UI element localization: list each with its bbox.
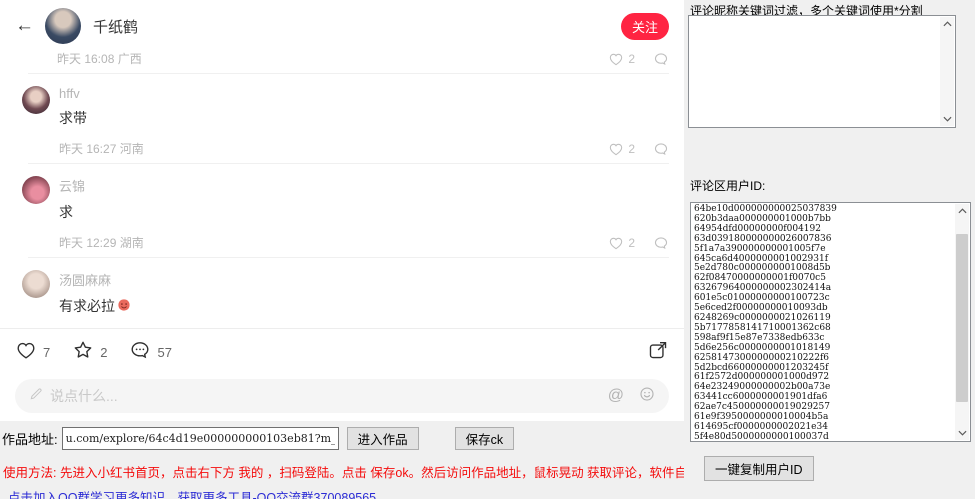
at-mention-icon[interactable]: @ [608,388,624,404]
star-icon[interactable] [72,339,94,366]
commenter-avatar[interactable] [22,86,50,114]
like-action[interactable]: 7 [15,339,50,366]
comment-text: 求带 [59,108,669,128]
reply-bubble-icon[interactable] [653,235,669,251]
divider [28,163,669,164]
post-timestamp-location: 昨天 16:08 广西 [57,50,142,67]
work-url-input[interactable] [62,427,339,450]
comment-text: 求 [59,202,669,222]
blush-emoji-sticker-icon [117,298,131,315]
comment-like-group[interactable]: 2 [608,141,635,157]
comment-page-panel: ← 千纸鹤 关注 昨天 16:08 广西 2 [0,0,684,421]
keyword-filter-box [688,15,956,128]
save-ck-button[interactable]: 保存ck [455,427,515,450]
qq-group-link[interactable]: 点击加入QQ群学习更多知识，获取更多工具-QQ交流群370089565 [8,487,376,499]
url-label: 作品地址: [2,429,58,448]
pencil-icon [28,386,44,407]
comment-action[interactable]: 57 [129,339,171,366]
heart-icon[interactable] [608,235,624,251]
back-arrow-icon[interactable]: ← [15,15,39,37]
comment-timestamp-location: 昨天 16:27 河南 [59,140,144,157]
app-window: ← 千纸鹤 关注 昨天 16:08 广西 2 [0,0,975,499]
collect-action[interactable]: 2 [72,339,107,366]
user-id-listbox[interactable]: 64be10d000000000025037839 620b3daa000000… [690,202,971,442]
scrollbar-thumb[interactable] [956,234,968,402]
heart-icon[interactable] [608,51,624,67]
scrollbar[interactable] [940,17,954,126]
commenter-name[interactable]: 云锦 [59,176,669,195]
comment-count: 57 [157,345,171,360]
emoji-smiley-icon[interactable] [638,385,656,408]
reply-bubble-icon[interactable] [653,51,669,67]
heart-icon[interactable] [15,339,37,366]
keyword-filter-textarea[interactable] [689,16,940,127]
commenter-name[interactable]: hffv [59,86,669,101]
author-username[interactable]: 千纸鹤 [93,16,138,37]
post-like-group[interactable]: 2 [608,51,635,67]
heart-icon[interactable] [608,141,624,157]
chat-bubble-icon[interactable] [129,339,151,366]
post-like-count: 2 [628,52,635,66]
scroll-up-icon[interactable] [955,204,969,218]
follow-button[interactable]: 关注 [621,13,669,40]
enter-work-button[interactable]: 进入作品 [347,427,419,450]
commenter-avatar[interactable] [22,176,50,204]
collect-count: 2 [100,345,107,360]
commenter-name[interactable]: 汤圆麻麻 [59,270,669,289]
author-avatar[interactable] [45,8,81,44]
scroll-down-icon[interactable] [940,112,954,126]
comment-like-count: 2 [628,142,635,156]
scraper-side-panel: 评论昵称关键词过滤，多个关键词使用*分割 评论区用户ID: 64be10d000… [684,0,975,499]
comment-like-group[interactable]: 2 [608,235,635,251]
scroll-up-icon[interactable] [940,17,954,31]
divider [28,73,669,74]
comment-input[interactable] [50,388,602,404]
comment-item: 汤圆麻麻 有求必拉 [22,270,669,316]
divider [28,257,669,258]
comment-text: 有求必拉 [59,296,115,316]
comment-like-count: 2 [628,236,635,250]
engagement-bar: 7 2 57 [0,329,684,375]
user-id-list-text: 64be10d000000000025037839 620b3daa000000… [691,203,970,442]
post-meta-row: 昨天 16:08 广西 2 [57,50,669,67]
share-icon[interactable] [647,339,669,366]
scrollbar[interactable] [955,204,969,440]
usage-instructions: 使用方法: 先进入小红书首页，点击右下方 我的 ，扫码登陆。点击 保存ok。然后… [3,462,725,481]
reply-bubble-icon[interactable] [653,141,669,157]
comment-timestamp-location: 昨天 12:29 湖南 [59,234,144,251]
comment-item: hffv 求带 昨天 16:27 河南 2 [22,86,669,157]
url-toolbar: 作品地址: 进入作品 保存ck [0,424,684,452]
comment-item: 云锦 求 昨天 12:29 湖南 2 [22,176,669,251]
like-count: 7 [43,345,50,360]
commenter-avatar[interactable] [22,270,50,298]
user-ids-label: 评论区用户ID: [690,177,765,194]
post-header: ← 千纸鹤 关注 [0,8,684,44]
scroll-down-icon[interactable] [955,426,969,440]
comment-composer: @ [15,379,669,413]
copy-user-ids-button[interactable]: 一键复制用户ID [704,456,814,481]
